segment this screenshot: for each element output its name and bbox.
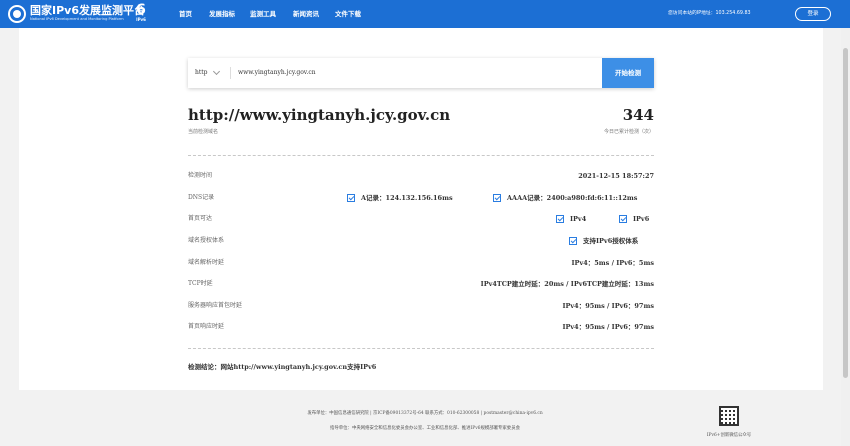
- row-homepage-response: 首页响应时延 IPv4：95ms / IPv6：97ms: [188, 321, 654, 333]
- top-navigation-bar: 国家IPv6发展监测平台 National IPv6 Development a…: [0, 0, 850, 28]
- authority-value: 支持IPv6授权体系: [583, 237, 639, 245]
- badge-text: IPv6: [136, 17, 146, 22]
- badge-number: 6: [136, 2, 146, 18]
- row-homepage-reachable: 首页可达 IPv4 IPv6: [188, 213, 654, 225]
- homepage-ipv6: IPv6: [619, 213, 649, 225]
- row-label: 域名授权体系: [188, 237, 225, 244]
- row-label: 服务器响应首包时延: [188, 302, 243, 309]
- row-label: 域名解析时延: [188, 259, 225, 266]
- dns-aaaa-record: AAAA记录：2400:a980:fd:6:11::12ms: [493, 192, 637, 204]
- ipv6-badge-icon: 6 IPv6: [134, 3, 148, 25]
- checked-site-url: http://www.yingtanyh.jcy.gov.cn: [188, 106, 451, 124]
- nav-downloads[interactable]: 文件下载: [335, 0, 361, 28]
- dns-a-record: A记录：124.132.156.16ms: [347, 192, 453, 204]
- divider: [188, 348, 654, 349]
- resolve-latency-value: IPv4：5ms / IPv6：5ms: [571, 259, 654, 267]
- row-tcp-latency: TCP时延 IPv4TCP建立时延：20ms / IPv6TCP建立时延：13m…: [188, 278, 654, 290]
- checkbox-icon: [619, 215, 627, 223]
- qr-label: IPv6+创新微信公众号: [706, 433, 752, 438]
- first-packet-latency-value: IPv4：95ms / IPv6：97ms: [562, 302, 654, 310]
- nav-indicators[interactable]: 发展指标: [209, 0, 235, 28]
- nav-news[interactable]: 新闻资讯: [293, 0, 319, 28]
- platform-logo-icon[interactable]: [8, 5, 26, 23]
- chevron-down-icon[interactable]: [212, 67, 221, 76]
- row-label: 检测时间: [188, 172, 213, 179]
- row-label: 首页可达: [188, 215, 213, 222]
- count-caption: 今日已累计检测（次）: [603, 129, 654, 135]
- row-resolve-latency: 域名解析时延 IPv4：5ms / IPv6：5ms: [188, 257, 654, 269]
- visitor-ip-info: 您访问本站的IP地址：103.254.69.83: [668, 11, 751, 16]
- ipv6-text: IPv6: [633, 215, 650, 223]
- checkbox-icon: [347, 194, 355, 202]
- brand-subtitle: National IPv6 Development and Monitoring…: [30, 17, 124, 21]
- qr-code-icon: [719, 406, 739, 426]
- checkbox-icon: [556, 215, 564, 223]
- row-label: 首页响应时延: [188, 323, 225, 330]
- checkbox-icon: [493, 194, 501, 202]
- scrollbar-thumb[interactable]: [843, 48, 848, 378]
- row-dns: DNS记录 A记录：124.132.156.16ms AAAA记录：2400:a…: [188, 192, 654, 204]
- row-first-packet-latency: 服务器响应首包时延 IPv4：95ms / IPv6：97ms: [188, 300, 654, 312]
- row-label: DNS记录: [188, 194, 215, 201]
- authority-support: 支持IPv6授权体系: [569, 235, 638, 247]
- tcp-latency-value: IPv4TCP建立时延：20ms / IPv6TCP建立时延：13ms: [480, 280, 654, 288]
- nav-home[interactable]: 首页: [179, 0, 192, 28]
- search-bar: http www.yingtanyh.jcy.gov.cn 开始检测: [188, 58, 654, 88]
- row-authority: 域名授权体系 支持IPv6授权体系: [188, 235, 654, 247]
- homepage-response-value: IPv4：95ms / IPv6：97ms: [562, 323, 654, 331]
- homepage-ipv4: IPv4: [556, 213, 586, 225]
- dns-aaaa-value: AAAA记录：2400:a980:fd:6:11::12ms: [507, 194, 638, 202]
- row-check-time: 检测时间 2021-12-15 18:57:27: [188, 170, 654, 182]
- site-caption: 当前检测域名: [188, 129, 219, 135]
- domain-input[interactable]: www.yingtanyh.jcy.gov.cn: [238, 58, 598, 88]
- checkbox-icon: [569, 237, 577, 245]
- divider: [188, 155, 654, 156]
- login-button[interactable]: 登录: [795, 7, 831, 21]
- check-conclusion: 检测结论：网站http://www.yingtanyh.jcy.gov.cn支持…: [188, 363, 377, 371]
- start-check-button[interactable]: 开始检测: [602, 58, 654, 88]
- brand-title: 国家IPv6发展监测平台: [30, 4, 145, 17]
- ipv4-text: IPv4: [570, 215, 587, 223]
- check-count: 344: [622, 106, 654, 124]
- check-time-value: 2021-12-15 18:57:27: [578, 172, 654, 180]
- nav-tools[interactable]: 监测工具: [250, 0, 276, 28]
- brand[interactable]: 国家IPv6发展监测平台 National IPv6 Development a…: [30, 4, 145, 22]
- dns-a-value: A记录：124.132.156.16ms: [361, 194, 453, 202]
- divider: [230, 67, 231, 79]
- protocol-select[interactable]: http: [195, 58, 208, 88]
- row-label: TCP时延: [188, 280, 213, 287]
